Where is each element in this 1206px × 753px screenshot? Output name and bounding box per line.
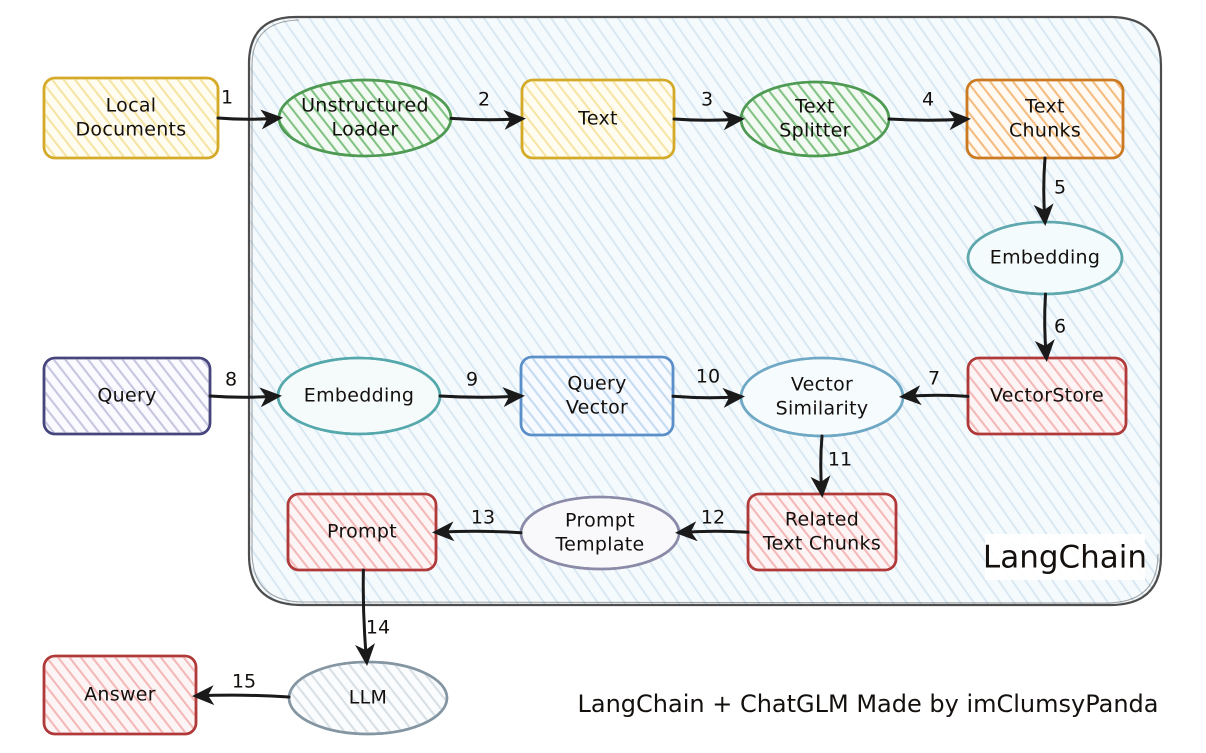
node-query[interactable]: Query xyxy=(42,356,212,436)
node-label: Prompt xyxy=(565,510,635,532)
node-embedding-query[interactable]: Embedding xyxy=(276,356,442,436)
node-label: Embedding xyxy=(304,385,414,407)
node-label: Loader xyxy=(332,119,399,141)
node-label: Template xyxy=(554,534,644,556)
edge-label: 8 xyxy=(225,369,237,391)
node-label: Chunks xyxy=(1009,120,1081,142)
node-vectorstore[interactable]: VectorStore xyxy=(966,356,1128,436)
edge-arrow xyxy=(887,110,971,131)
node-label: Similarity xyxy=(776,398,869,420)
edge-arrow xyxy=(1033,156,1054,226)
edge-arrow xyxy=(672,110,745,131)
node-label: Vector xyxy=(791,374,853,396)
edge-arrow xyxy=(899,385,970,406)
node-text-splitter[interactable]: TextSplitter xyxy=(739,80,891,158)
node-label: Vector xyxy=(566,397,628,419)
node-llm[interactable]: LLM xyxy=(287,660,449,736)
edge-arrow xyxy=(671,387,745,408)
node-answer[interactable]: Answer xyxy=(42,654,198,736)
node-label: Text xyxy=(577,108,618,130)
langchain-flow-diagram: LangChain LocalDocuments UnstructuredLoad… xyxy=(42,15,1163,736)
edge-arrow xyxy=(432,521,523,542)
edge-label: 11 xyxy=(828,449,852,471)
node-vector-similarity[interactable]: VectorSimilarity xyxy=(739,356,905,438)
edge-e15: 15 xyxy=(192,671,291,706)
node-prompt-template[interactable]: PromptTemplate xyxy=(519,495,681,571)
node-label: Splitter xyxy=(779,120,850,142)
node-label: Text xyxy=(794,96,835,118)
node-embedding-doc[interactable]: Embedding xyxy=(966,220,1124,296)
node-label: Prompt xyxy=(327,521,397,543)
node-text[interactable]: Text xyxy=(520,78,676,160)
node-label: Related xyxy=(785,509,859,531)
node-label: Documents xyxy=(75,119,186,141)
edge-label: 12 xyxy=(701,507,725,529)
edge-label: 7 xyxy=(928,368,940,390)
node-label: LLM xyxy=(349,687,387,709)
edge-arrow xyxy=(675,521,750,542)
edge-label: 6 xyxy=(1054,316,1066,338)
edge-arrow xyxy=(810,434,831,498)
edge-label: 10 xyxy=(696,366,720,388)
node-related-text-chunks[interactable]: RelatedText Chunks xyxy=(746,492,898,572)
diagram-canvas: LangChain Local Documents Unstructured Load… xyxy=(0,0,1206,753)
node-label: Text Chunks xyxy=(762,533,881,555)
edge-label: 5 xyxy=(1054,177,1066,199)
container-label: LangChain xyxy=(983,540,1147,576)
edge-label: 3 xyxy=(701,89,713,111)
edge-label: 15 xyxy=(232,671,256,693)
node-label: Local xyxy=(106,95,157,117)
edge-arrow xyxy=(208,387,282,408)
edge-label: 13 xyxy=(471,507,495,529)
edge-arrow xyxy=(1034,292,1055,362)
node-local-documents[interactable]: LocalDocuments xyxy=(42,76,220,160)
node-label: Query xyxy=(97,385,156,407)
edge-arrow xyxy=(438,387,525,408)
node-label: VectorStore xyxy=(990,385,1104,407)
edge-arrow xyxy=(192,685,291,706)
node-text-chunks[interactable]: TextChunks xyxy=(965,78,1125,160)
node-label: Query xyxy=(567,373,626,395)
node-unstructured-loader[interactable]: UnstructuredLoader xyxy=(277,78,453,158)
node-label: Unstructured xyxy=(301,95,429,117)
node-label: Text xyxy=(1024,96,1065,118)
node-label: Answer xyxy=(84,684,156,706)
edge-label: 14 xyxy=(366,617,390,639)
footer-credit: LangChain + ChatGLM Made by imClumsyPand… xyxy=(578,690,1159,718)
edge-arrow xyxy=(449,109,526,130)
node-label: Embedding xyxy=(990,247,1100,269)
edge-arrow xyxy=(216,109,283,130)
node-query-vector[interactable]: QueryVector xyxy=(519,355,675,437)
edge-label: 2 xyxy=(478,89,490,111)
edge-label: 1 xyxy=(221,87,233,109)
edge-label: 9 xyxy=(466,369,478,391)
node-prompt[interactable]: Prompt xyxy=(286,492,438,572)
edge-label: 4 xyxy=(922,89,934,111)
